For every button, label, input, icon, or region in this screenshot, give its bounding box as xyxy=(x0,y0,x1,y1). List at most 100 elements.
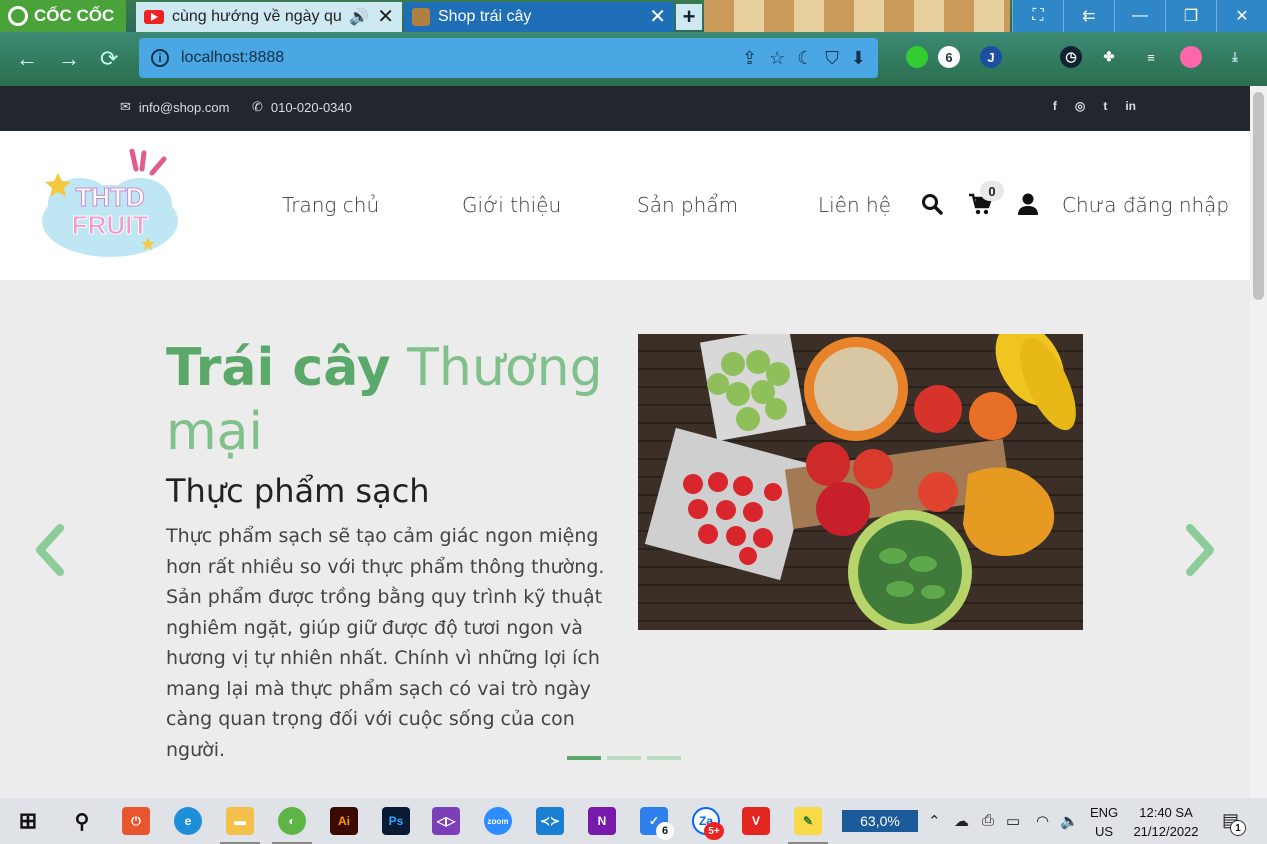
window-controls: ⛶ ⇇ — ❐ ✕ xyxy=(1012,0,1267,32)
close-tab-icon[interactable]: ✕ xyxy=(377,7,394,27)
extension-icon[interactable]: 6 xyxy=(938,46,960,68)
coccoc-taskbar-icon[interactable]: ◐ xyxy=(272,807,312,844)
nav-home[interactable]: Trang chủ xyxy=(282,193,379,217)
region-code: US xyxy=(1094,824,1114,839)
system-clock[interactable]: 12:40 SA 21/12/2022 xyxy=(1128,803,1204,841)
coccoc-icon xyxy=(8,6,28,26)
app-icon-tools[interactable]: ✎ xyxy=(788,807,828,844)
lang-code: ENG xyxy=(1090,805,1119,820)
battery-icon[interactable]: ▭ xyxy=(1006,812,1020,830)
carousel-indicator[interactable] xyxy=(647,756,681,760)
back-sidebar-icon[interactable]: ⇇ xyxy=(1063,0,1114,32)
download-tray-icon[interactable]: ⤓ xyxy=(1224,46,1246,68)
tab-shop[interactable]: Shop trái cây ✕ xyxy=(404,2,674,32)
puzzle-icon[interactable]: ✤ xyxy=(1098,46,1120,68)
vscode-icon[interactable]: ≺≻ xyxy=(536,807,564,835)
hero-description: Thực phẩm sạch sẽ tạo cảm giác ngon miện… xyxy=(166,525,605,761)
illustrator-icon[interactable]: Ai xyxy=(330,807,358,835)
carousel-prev-arrow[interactable] xyxy=(30,520,70,580)
app-icon-v[interactable]: V xyxy=(742,807,770,835)
forward-icon[interactable]: → xyxy=(58,46,80,72)
clock-extension-icon[interactable]: ◷ xyxy=(1060,46,1082,68)
close-tab-icon[interactable]: ✕ xyxy=(649,7,666,27)
nav-products[interactable]: Sản phẩm xyxy=(637,193,738,217)
tab-title: Shop trái cây xyxy=(438,8,532,25)
site-logo[interactable]: THTD FRUIT xyxy=(40,149,182,259)
avatar[interactable] xyxy=(1180,46,1202,68)
address-url[interactable]: localhost:8888 xyxy=(181,49,730,67)
language-indicator[interactable]: ENG US xyxy=(1090,803,1118,841)
chevron-up-icon[interactable]: ⌃ xyxy=(928,812,941,830)
screenshot-icon[interactable]: ⛶ xyxy=(1012,0,1063,32)
carousel-indicators xyxy=(567,756,681,760)
login-link[interactable]: Chưa đăng nhập xyxy=(1062,193,1229,217)
notification-badge: 1 xyxy=(1230,820,1246,836)
volume-icon[interactable]: 🔈 xyxy=(1060,812,1079,830)
download-icon[interactable]: ⬇ xyxy=(851,48,866,69)
browser-tab-bar: CỐC CỐC cùng hướng về ngày quo 🔊 ✕ Shop … xyxy=(0,0,1267,32)
wifi-icon[interactable]: ◠ xyxy=(1036,812,1049,830)
tasks-badge: 6 xyxy=(656,822,674,840)
clock-date: 21/12/2022 xyxy=(1133,824,1199,839)
windows-start-icon[interactable]: ⊞ xyxy=(14,807,42,835)
file-explorer-icon[interactable]: ▬ xyxy=(220,807,260,844)
carousel-next-arrow[interactable] xyxy=(1180,520,1220,580)
share-icon[interactable]: ⇪ xyxy=(742,48,757,69)
hero-carousel: Trái cây Thương mại Thực phẩm sạch Thực … xyxy=(0,280,1250,798)
extension-icon[interactable] xyxy=(906,46,928,68)
cart-count-badge: 0 xyxy=(980,181,1004,201)
photoshop-icon[interactable]: Ps xyxy=(382,807,410,835)
onenote-icon[interactable]: N xyxy=(588,807,616,835)
favicon-icon xyxy=(412,8,430,26)
edge-icon[interactable]: e xyxy=(174,807,202,835)
email-text[interactable]: info@shop.com xyxy=(139,100,230,115)
logo-text-1: THTD xyxy=(75,182,144,212)
user-icon[interactable] xyxy=(1018,193,1038,215)
extension-icon[interactable]: J xyxy=(980,46,1002,68)
close-window-button[interactable]: ✕ xyxy=(1216,0,1267,32)
carousel-indicator[interactable] xyxy=(567,756,601,760)
nav-contact[interactable]: Liên hệ xyxy=(818,193,891,217)
youtube-icon xyxy=(144,10,164,24)
page-scrollbar[interactable] xyxy=(1250,86,1267,798)
facebook-icon[interactable]: f xyxy=(1053,99,1057,113)
playlist-icon[interactable]: ≡ xyxy=(1140,46,1162,68)
shield-icon[interactable]: ⛉ xyxy=(825,48,839,69)
scrollbar-thumb[interactable] xyxy=(1253,92,1264,300)
cloud-icon[interactable]: ☁ xyxy=(954,812,969,830)
battery-meter[interactable]: 63,0% xyxy=(842,810,918,832)
email-contact[interactable]: ✉ info@shop.com xyxy=(120,99,229,115)
back-icon[interactable]: ← xyxy=(16,46,38,72)
visual-studio-icon[interactable]: ◁▷ xyxy=(432,807,460,835)
speaker-icon[interactable]: 🔊 xyxy=(349,7,369,27)
instagram-icon[interactable]: ◎ xyxy=(1075,99,1085,113)
phone-icon: ✆ xyxy=(252,99,263,114)
app-icon-power[interactable]: ⏻ xyxy=(122,807,150,835)
search-icon[interactable]: ⚲ xyxy=(68,807,96,835)
nav-about[interactable]: Giới thiệu xyxy=(462,193,561,217)
logo-text-2: FRUIT xyxy=(72,210,149,240)
tab-bar-artwork xyxy=(704,0,1010,32)
search-icon[interactable] xyxy=(921,193,943,215)
phone-text[interactable]: 010-020-0340 xyxy=(271,100,352,115)
zoom-icon[interactable]: zoom xyxy=(484,807,512,835)
address-bar[interactable]: i localhost:8888 ⇪ ☆ ☾ ⛉ ⬇ xyxy=(139,38,878,78)
minimize-button[interactable]: — xyxy=(1114,0,1165,32)
restore-button[interactable]: ❐ xyxy=(1165,0,1216,32)
phone-contact[interactable]: ✆ 010-020-0340 xyxy=(252,99,352,115)
tab-title: cùng hướng về ngày quo xyxy=(172,8,342,25)
tab-youtube[interactable]: cùng hướng về ngày quo 🔊 ✕ xyxy=(136,2,402,32)
site-info-icon[interactable]: i xyxy=(151,49,169,67)
device-icon[interactable]: ⎙ xyxy=(982,812,994,829)
new-tab-button[interactable]: + xyxy=(676,4,702,30)
moon-icon[interactable]: ☾ xyxy=(797,48,813,69)
reload-icon[interactable]: ⟳ xyxy=(100,46,118,72)
carousel-indicator[interactable] xyxy=(607,756,641,760)
linkedin-icon[interactable]: in xyxy=(1125,99,1136,113)
browser-logo[interactable]: CỐC CỐC xyxy=(0,0,126,32)
envelope-icon: ✉ xyxy=(120,99,131,114)
twitter-icon[interactable]: t xyxy=(1103,99,1107,113)
clock-time: 12:40 SA xyxy=(1139,805,1193,820)
site-topbar: ✉ info@shop.com ✆ 010-020-0340 f ◎ t in xyxy=(0,86,1250,131)
star-icon[interactable]: ☆ xyxy=(769,48,785,69)
